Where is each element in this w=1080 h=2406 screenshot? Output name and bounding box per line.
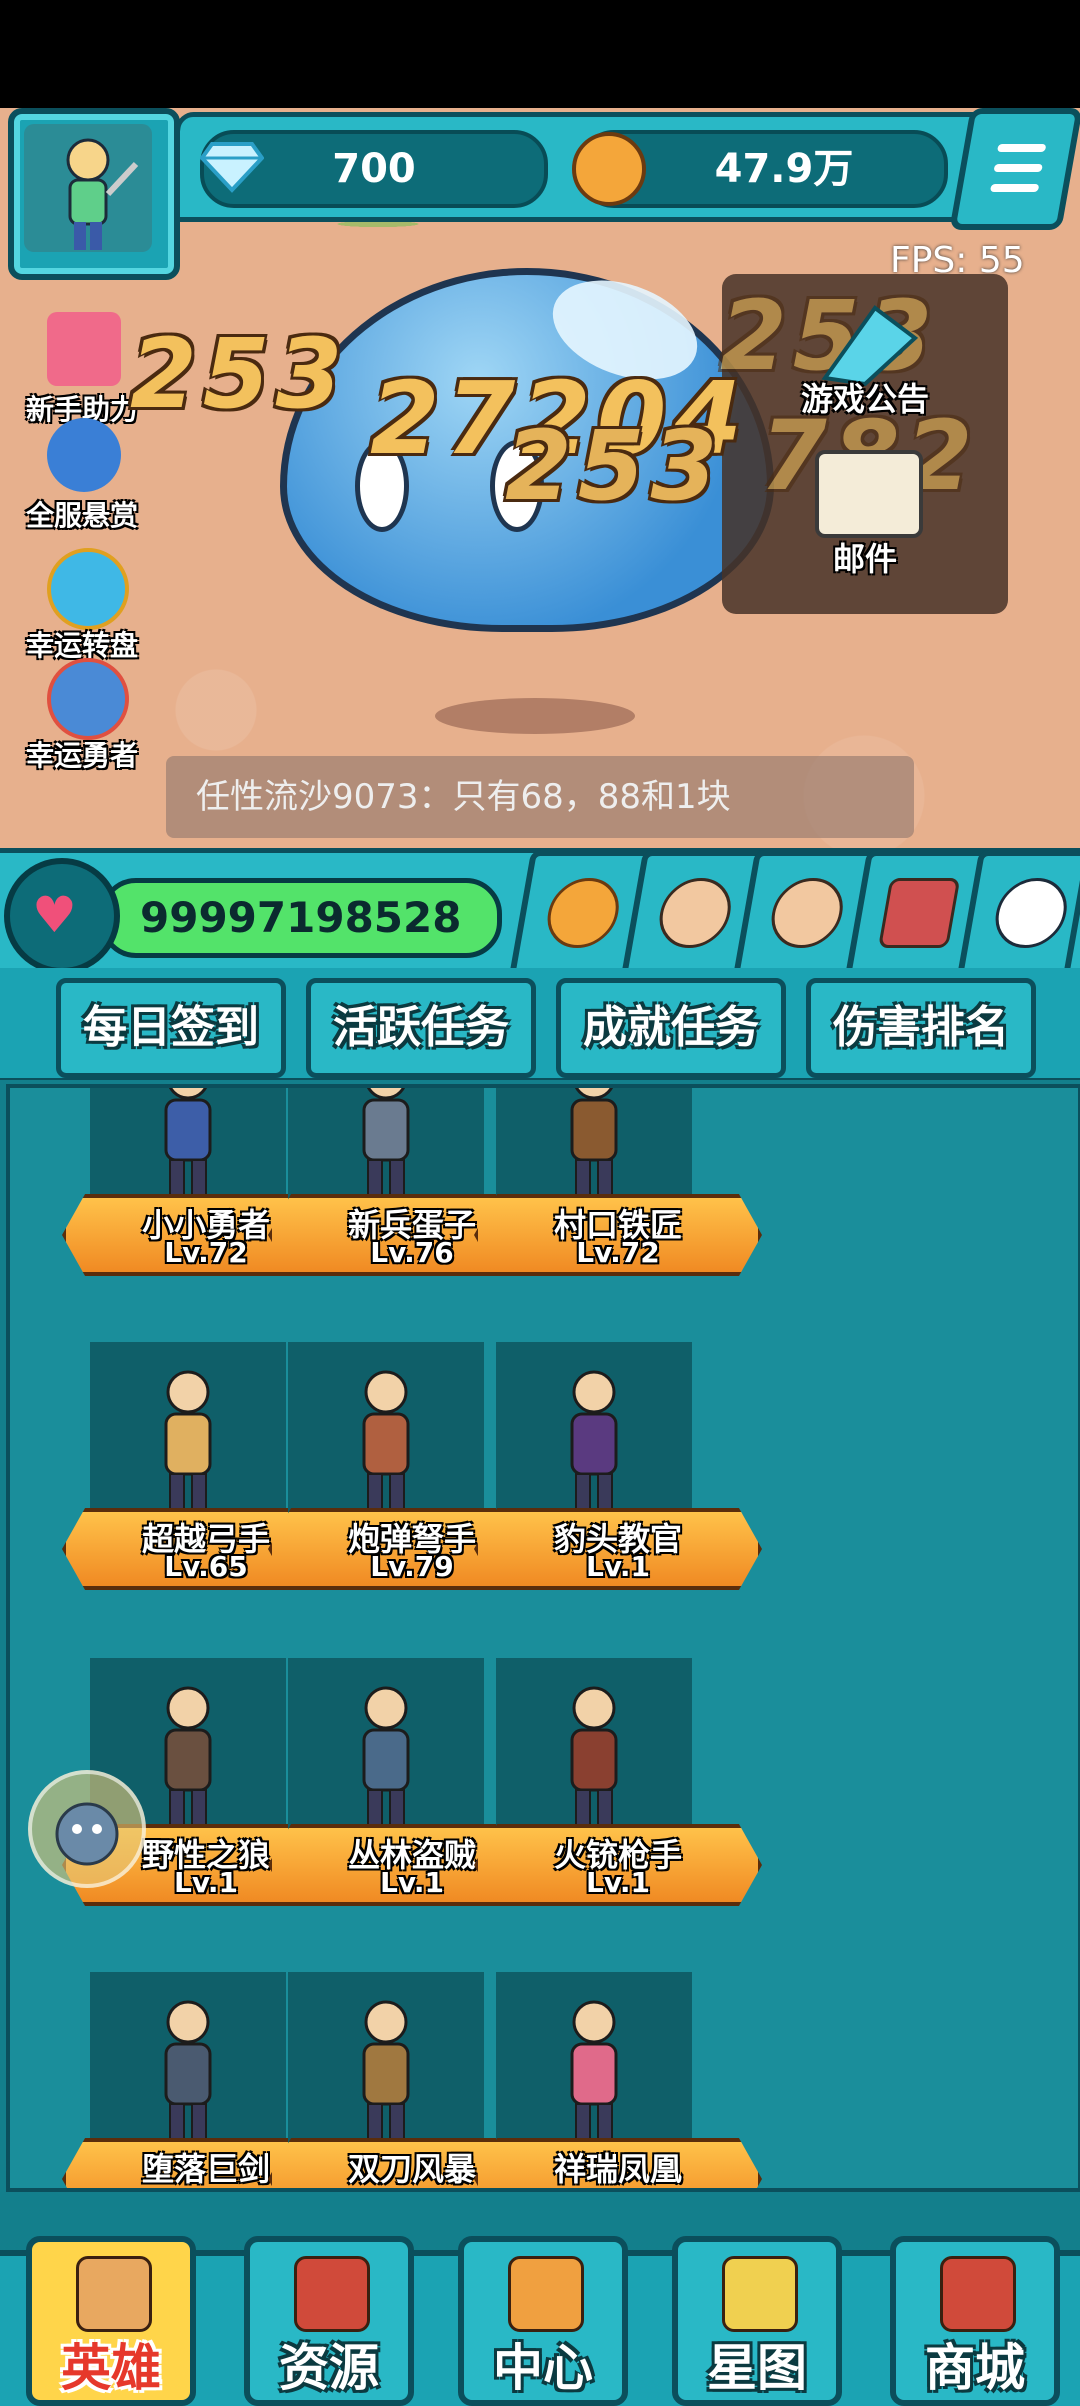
hero-level: Lv.1 (586, 1550, 650, 1583)
hero-portrait (536, 1992, 652, 2162)
hero-name-banner[interactable]: 村口铁匠 Lv.72 (474, 1194, 762, 1276)
damage-number: 253 (130, 318, 349, 430)
mail-button[interactable]: 邮件 (765, 450, 965, 580)
tab-active-tasks[interactable]: 活跃任务 (306, 978, 536, 1078)
tab-damage-rank[interactable]: 伤害排名 (806, 978, 1036, 1078)
nav-button[interactable]: 星图 (672, 2236, 842, 2406)
hand-plus-icon (654, 878, 737, 948)
menu-icon (996, 144, 1047, 152)
side-item-label: 幸运勇者 (25, 739, 138, 772)
mail-label: 邮件 (832, 540, 897, 578)
heart-icon: ♥ (32, 886, 77, 944)
star-icon (722, 2256, 798, 2332)
diamond-icon (199, 136, 265, 194)
chat-message: 任性流沙9073：只有68，88和1块 (196, 777, 731, 817)
hero-portrait (536, 1362, 652, 1532)
nav-button[interactable]: 中心 (458, 2236, 628, 2406)
announcement-label: 游戏公告 (800, 380, 929, 418)
castle-icon (294, 2256, 370, 2332)
tab-label: 活跃任务 (333, 1002, 509, 1053)
hero-portrait (130, 1678, 246, 1848)
hero-portrait (328, 1362, 444, 1532)
side-item-lucky-wheel[interactable]: 幸运转盘 (12, 548, 152, 662)
avatar-figure-icon (66, 138, 139, 250)
hero-level: Lv.1 (586, 1866, 650, 1899)
nav-label: 中心 (493, 2339, 593, 2397)
side-item-server-bounty[interactable]: 全服悬赏 (12, 418, 152, 532)
side-item-lucky-hero[interactable]: 幸运勇者 (12, 658, 152, 772)
wheel-icon (47, 548, 129, 630)
nav-label: 资源 (279, 2339, 379, 2397)
tab-label: 每日签到 (83, 1002, 259, 1053)
nav-button[interactable]: 商城 (890, 2236, 1060, 2406)
coin-icon (572, 132, 646, 206)
monster-shadow (435, 698, 635, 734)
menu-button[interactable] (949, 108, 1080, 230)
player-avatar[interactable] (24, 124, 152, 252)
hero-portrait (328, 1678, 444, 1848)
hero-name-banner[interactable]: 火铳枪手 Lv.1 (474, 1824, 762, 1906)
side-item-label: 全服悬赏 (25, 499, 138, 532)
gift-icon (47, 312, 121, 386)
bounty-icon (47, 418, 121, 492)
hero-portrait (130, 1362, 246, 1532)
nav-button[interactable]: 资源 (244, 2236, 414, 2406)
chat-ticker[interactable]: 任性流沙9073：只有68，88和1块 (166, 756, 914, 838)
scroll-icon (76, 2256, 152, 2332)
lucky-hero-icon (47, 658, 129, 740)
hero-portrait (536, 1678, 652, 1848)
signpost-icon (508, 2256, 584, 2332)
damage-number: 253 (505, 410, 724, 522)
hp-value: 99997198528 (140, 893, 462, 942)
hero-name: 祥瑞凤凰 (553, 2150, 682, 2188)
status-bar-area (0, 0, 1080, 108)
announcement-button[interactable]: 游戏公告 (765, 298, 965, 428)
mail-icon (815, 450, 923, 538)
fist-icon (766, 878, 849, 948)
chat-icon (990, 878, 1073, 948)
hero-name-banner[interactable]: 豹头教官 Lv.1 (474, 1508, 762, 1590)
tab-label: 成就任务 (583, 1002, 759, 1053)
coin-plus-icon (542, 878, 625, 948)
chat-button[interactable] (956, 850, 1080, 978)
hero-portrait (328, 1992, 444, 2162)
chest-plus-icon (878, 878, 961, 948)
assistant-float-button[interactable] (28, 1770, 146, 1888)
nav-button[interactable]: 英雄 (26, 2236, 196, 2406)
shop-icon (940, 2256, 1016, 2332)
tab-label: 伤害排名 (833, 1002, 1009, 1053)
nav-label: 商城 (925, 2339, 1025, 2397)
tab-achievements[interactable]: 成就任务 (556, 978, 786, 1078)
hero-grid: 小小勇者 Lv.72 新兵蛋子 Lv.76 村口铁匠 Lv.72 超越弓手 Lv.65 炮弹弩手… (6, 1084, 1080, 2192)
hero-level: Lv.72 (576, 1236, 660, 1269)
rabbit-mascot-icon (55, 1802, 119, 1866)
nav-label: 星图 (707, 2339, 807, 2397)
tab-daily-checkin[interactable]: 每日签到 (56, 978, 286, 1078)
hero-portrait (130, 1992, 246, 2162)
hero-name-banner[interactable]: 祥瑞凤凰 (474, 2138, 762, 2188)
nav-label: 英雄 (61, 2339, 161, 2397)
